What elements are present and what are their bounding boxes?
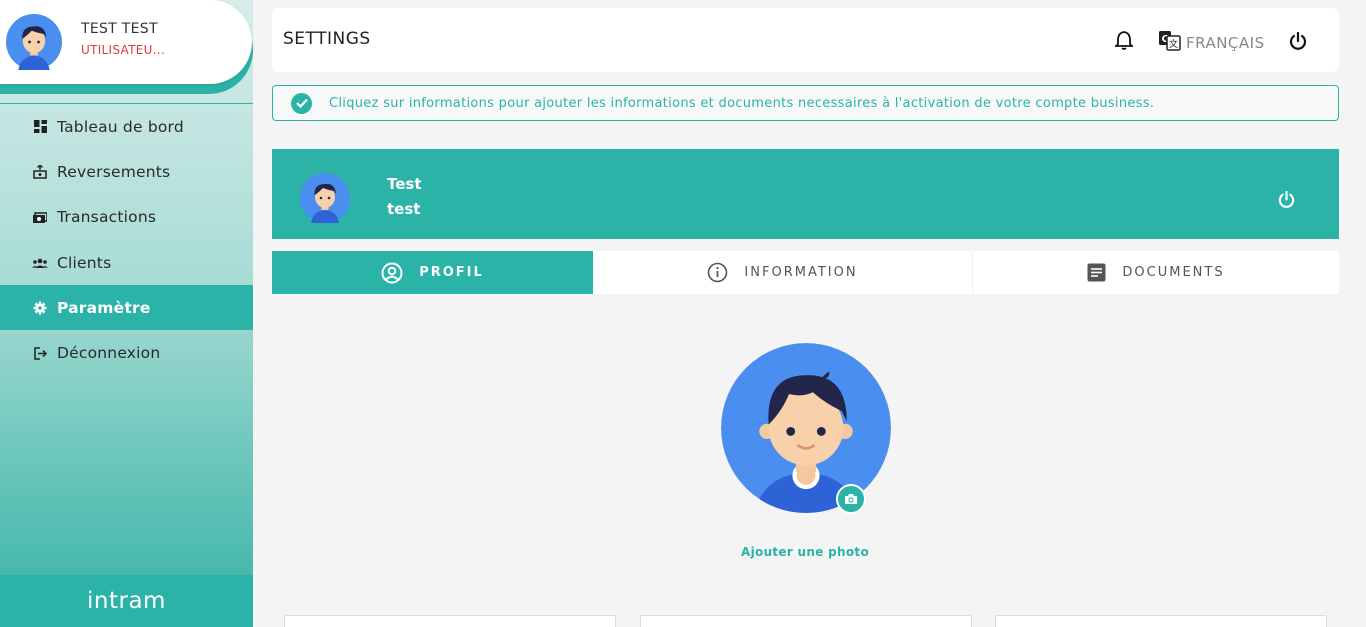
sidebar-item-parametre[interactable]: Paramètre — [0, 285, 253, 331]
avatar[interactable] — [6, 14, 62, 70]
profile-photo[interactable] — [721, 343, 891, 513]
power-icon[interactable] — [1288, 31, 1308, 55]
document-icon — [1087, 263, 1106, 282]
power-icon[interactable] — [1277, 190, 1296, 213]
tab-information[interactable]: INFORMATION — [593, 251, 973, 294]
page-title: SETTINGS — [283, 29, 371, 49]
tab-label: PROFIL — [419, 265, 484, 280]
sidebar-item-label: Déconnexion — [57, 344, 161, 363]
dashboard-icon — [32, 119, 48, 135]
tab-label: INFORMATION — [744, 265, 858, 280]
money-icon — [32, 209, 48, 225]
tab-documents[interactable]: DOCUMENTS — [973, 251, 1339, 294]
gear-icon — [32, 300, 48, 316]
add-photo-link[interactable]: Ajouter une photo — [705, 545, 905, 559]
svg-text:文: 文 — [1169, 38, 1178, 50]
info-alert: Cliquez sur informations pour ajouter le… — [272, 85, 1339, 121]
sidebar-nav: Tableau de bord Reversements Transaction… — [0, 104, 253, 376]
sidebar-item-label: Clients — [57, 253, 112, 272]
info-icon — [707, 262, 728, 283]
alert-message: Cliquez sur informations pour ajouter le… — [329, 95, 1155, 111]
payout-icon — [32, 164, 48, 180]
check-icon — [291, 92, 312, 114]
sidebar-item-transactions[interactable]: Transactions — [0, 195, 253, 240]
settings-tabs: PROFIL INFORMATION DOCUMENTS — [272, 251, 1339, 294]
top-bar: SETTINGS G文 FRANÇAIS — [272, 8, 1339, 72]
brand-logo: intram — [0, 575, 253, 627]
tab-label: DOCUMENTS — [1122, 265, 1225, 280]
profile-last-name: test — [387, 200, 421, 218]
sidebar: TEST TEST UTILISATEU... Tableau de bord … — [0, 0, 253, 627]
sidebar-item-dashboard[interactable]: Tableau de bord — [0, 104, 253, 149]
user-card: TEST TEST UTILISATEU... — [0, 0, 253, 94]
avatar — [300, 173, 350, 223]
user-role: UTILISATEU... — [81, 43, 166, 57]
brand-name: intram — [87, 588, 166, 614]
sidebar-item-label: Transactions — [57, 208, 157, 227]
camera-icon[interactable] — [836, 484, 866, 514]
profile-first-name: Test — [387, 175, 422, 193]
profile-banner: Test test — [272, 149, 1339, 239]
sidebar-item-label: Tableau de bord — [57, 117, 184, 136]
logout-icon — [32, 345, 48, 361]
form-card[interactable] — [284, 615, 616, 627]
users-icon — [32, 255, 48, 271]
form-card[interactable] — [640, 615, 972, 627]
account-circle-icon — [381, 262, 403, 284]
language-selector[interactable]: FRANÇAIS — [1186, 34, 1265, 52]
sidebar-item-deconnexion[interactable]: Déconnexion — [0, 330, 253, 375]
translate-icon[interactable]: G文 — [1159, 31, 1181, 55]
sidebar-item-label: Reversements — [57, 162, 171, 181]
sidebar-item-clients[interactable]: Clients — [0, 240, 253, 285]
sidebar-item-label: Paramètre — [57, 298, 151, 317]
user-name: TEST TEST — [81, 21, 158, 37]
form-card[interactable] — [995, 615, 1327, 627]
tab-profil[interactable]: PROFIL — [272, 251, 593, 294]
bell-icon[interactable] — [1113, 30, 1135, 54]
sidebar-item-reversements[interactable]: Reversements — [0, 149, 253, 194]
